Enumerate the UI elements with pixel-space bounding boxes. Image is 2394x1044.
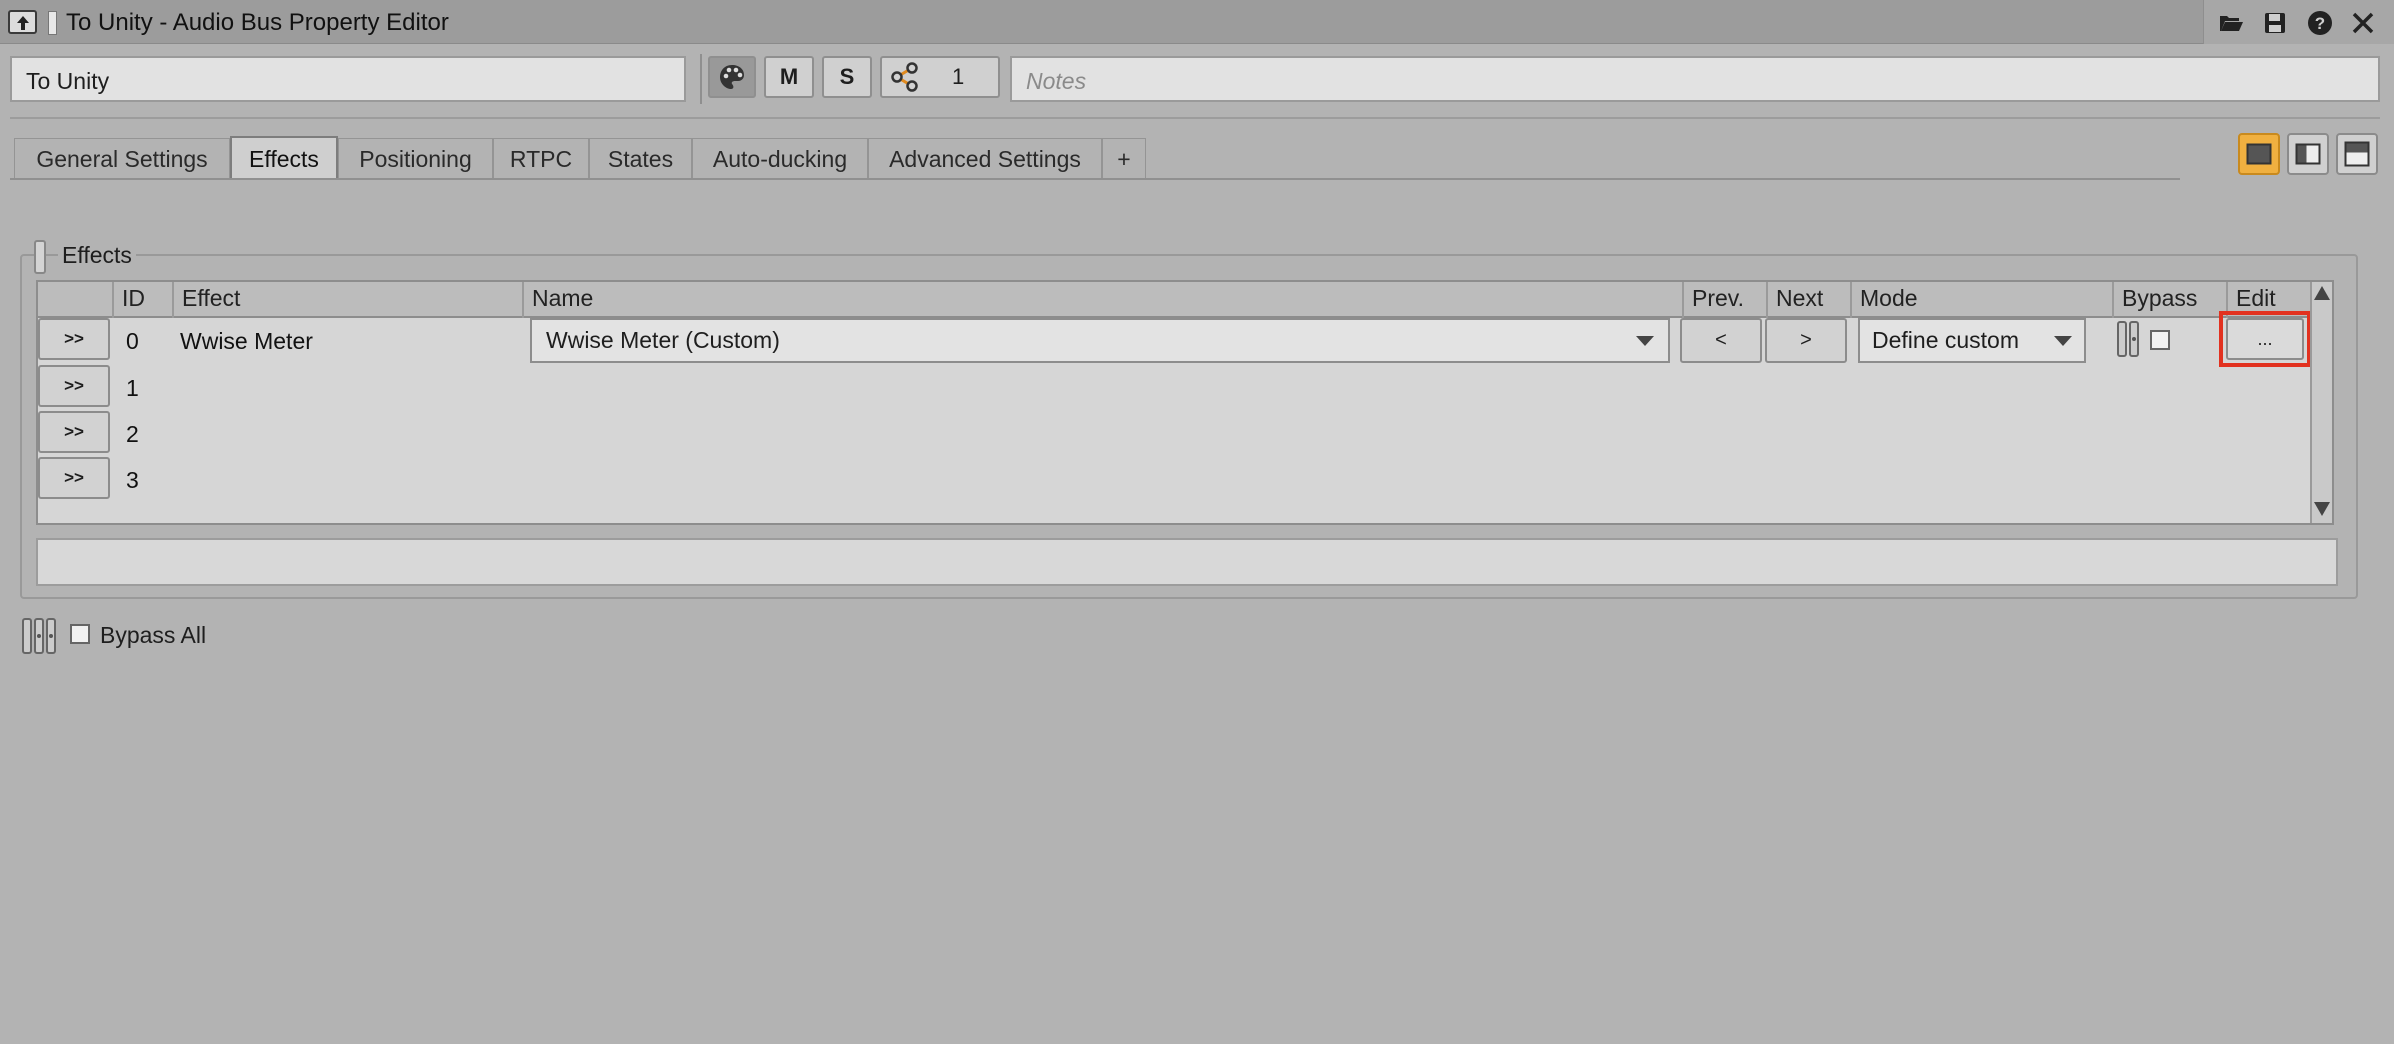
column-header-prev[interactable]: Prev. [1682,282,1766,318]
scroll-up-icon[interactable] [2314,286,2330,300]
color-palette-icon [720,65,744,89]
view-icon[interactable] [8,10,37,34]
chevron-down-icon [1636,335,1654,346]
column-header-id[interactable]: ID [112,282,172,318]
row-expand-button-0[interactable]: >> [38,318,110,360]
layout-single-icon[interactable] [2238,133,2280,175]
effect-name-dropdown[interactable]: Wwise Meter (Custom) [530,318,1670,363]
column-header-bypass[interactable]: Bypass [2112,282,2226,318]
bypass-all-checkbox[interactable] [70,624,90,644]
folder-open-icon[interactable] [2216,8,2246,38]
row-id-0: 0 [126,328,139,354]
effect-info-field [36,538,2338,586]
share-button[interactable]: 1 [880,56,1000,98]
row-id-3: 3 [126,467,139,493]
scroll-down-icon[interactable] [2314,502,2330,516]
group-collapse-handle[interactable] [34,240,46,274]
row-expand-button-2[interactable]: >> [38,411,110,453]
mode-dropdown[interactable]: Define custom [1858,318,2086,363]
tab-general-settings[interactable]: General Settings [14,138,230,180]
tab-auto-ducking[interactable]: Auto-ducking [692,138,868,180]
tab-add[interactable]: + [1102,138,1146,180]
column-header-next[interactable]: Next [1766,282,1850,318]
table-scrollbar[interactable] [2310,282,2332,523]
prev-effect-button[interactable]: < [1680,318,1762,363]
title-grip [48,11,57,35]
edit-highlight-box [2219,311,2311,367]
mute-button[interactable]: M [764,56,814,98]
color-button[interactable] [708,56,756,98]
column-header-name[interactable]: Name [522,282,1682,318]
bypass-all-label: Bypass All [100,622,207,648]
bypass-link-icon[interactable] [2116,318,2142,360]
share-icon [891,62,918,92]
toolbar-separator [700,54,702,104]
row-id-1: 1 [126,375,139,401]
share-count: 1 [952,64,965,89]
bypass-checkbox-0[interactable] [2150,330,2170,350]
column-header-effect[interactable]: Effect [172,282,522,318]
bypass-all-link-icon[interactable] [22,616,66,656]
close-icon[interactable] [2348,8,2378,38]
layout-split-vertical-icon[interactable] [2287,133,2329,175]
object-name-field[interactable]: To Unity [10,56,686,102]
row-id-2: 2 [126,421,139,447]
divider [10,117,2380,119]
column-header-mode[interactable]: Mode [1850,282,2100,318]
row-effect-0: Wwise Meter [180,328,313,354]
effects-group-label: Effects [58,242,136,269]
row-expand-button-3[interactable]: >> [38,457,110,499]
row-expand-button-1[interactable]: >> [38,365,110,407]
layout-split-horizontal-icon[interactable] [2336,133,2378,175]
tab-effects[interactable]: Effects [230,136,338,180]
svg-text:?: ? [2315,14,2325,33]
help-icon[interactable]: ? [2305,8,2335,38]
tab-baseline [10,178,2180,180]
mode-value: Define custom [1872,327,2020,353]
window-title: To Unity - Audio Bus Property Editor [66,9,449,36]
tab-advanced-settings[interactable]: Advanced Settings [868,138,1102,180]
next-effect-button[interactable]: > [1765,318,1847,363]
tab-states[interactable]: States [589,138,692,180]
tab-rtpc[interactable]: RTPC [493,138,589,180]
solo-button[interactable]: S [822,56,872,98]
notes-field[interactable]: Notes [1010,56,2380,102]
tab-positioning[interactable]: Positioning [338,138,493,180]
chevron-down-icon [2054,335,2072,346]
effect-name-value: Wwise Meter (Custom) [546,327,780,353]
save-icon[interactable] [2260,8,2290,38]
